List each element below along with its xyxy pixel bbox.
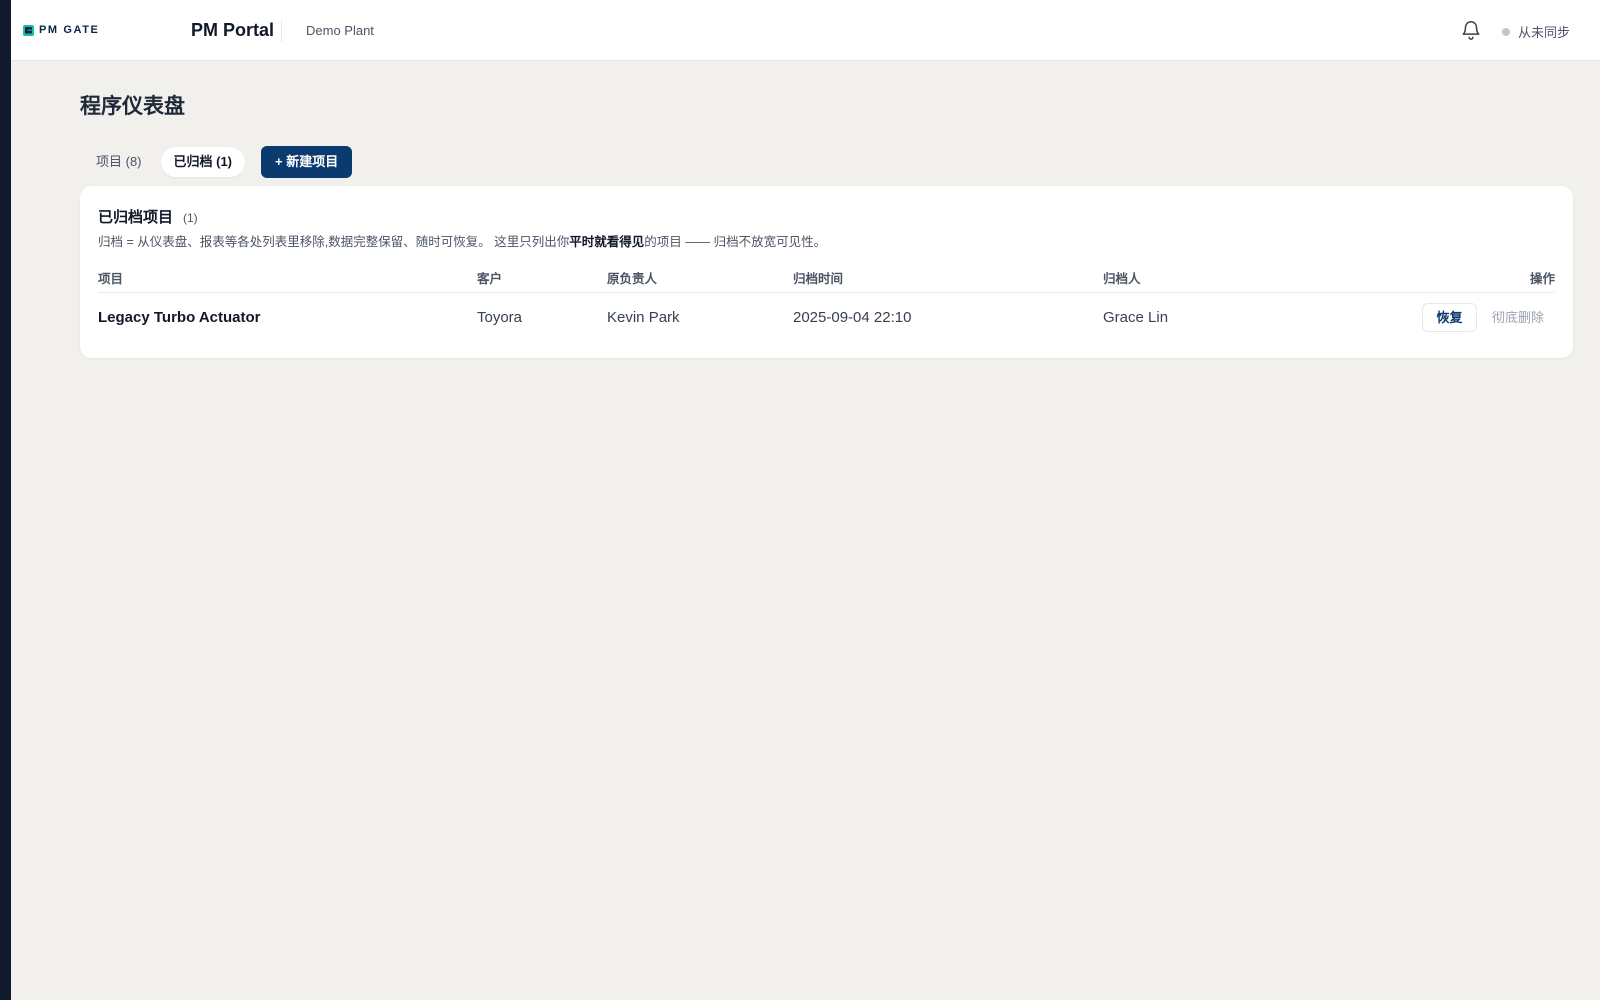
new-project-button[interactable]: + 新建项目 (261, 146, 353, 178)
column-header-project: 项目 (98, 272, 124, 286)
card-count: (1) (183, 211, 198, 225)
column-header-archived-by: 归档人 (1103, 272, 1141, 286)
desc-text: 归档 = 从仪表盘、报表等各处列表里移除,数据完整保留、随时可恢复。 这里只列出… (98, 235, 570, 249)
left-edge-strip (0, 0, 11, 1000)
customer-cell: Toyora (477, 309, 523, 326)
card-title: 已归档项目 (98, 209, 174, 226)
page-title: 程序仪表盘 (80, 95, 185, 118)
logo-mark-icon (23, 24, 34, 36)
tab-projects[interactable]: 项目 (8) (83, 147, 155, 177)
archived-projects-card: 已归档项目 (1) 归档 = 从仪表盘、报表等各处列表里移除,数据完整保留、随时… (80, 186, 1573, 358)
archived-at-cell: 2025-09-04 22:10 (793, 309, 912, 326)
sync-dot-icon (1502, 27, 1510, 36)
restore-button[interactable]: 恢复 (1422, 303, 1477, 332)
sync-status-label: 从未同步 (1518, 25, 1571, 40)
column-header-customer: 客户 (477, 272, 503, 286)
owner-cell: Kevin Park (607, 309, 680, 326)
project-name[interactable]: Legacy Turbo Actuator (98, 309, 261, 326)
header-divider (98, 292, 1555, 293)
column-header-archived-at: 归档时间 (793, 272, 844, 286)
desc-text-end: 的项目 —— 归档不放宽可见性。 (644, 235, 827, 249)
view-tabs: 项目 (8) 已归档 (1) + 新建项目 (83, 146, 353, 178)
top-bar: PM GATE PM Portal Demo Plant 从未同步 (11, 0, 1600, 61)
desc-emphasis: 平时就看得见 (569, 235, 645, 249)
tab-archived[interactable]: 已归档 (1) (160, 147, 246, 177)
column-header-owner: 原负责人 (607, 272, 658, 286)
sync-status[interactable]: 从未同步 (1502, 22, 1570, 41)
archived-by-cell: Grace Lin (1103, 309, 1169, 326)
bell-icon[interactable] (1460, 19, 1482, 41)
logo-text: PM GATE (39, 24, 100, 36)
column-header-actions: 操作 (1529, 272, 1555, 286)
card-header: 已归档项目 (1) (98, 206, 198, 227)
archive-description: 归档 = 从仪表盘、报表等各处列表里移除,数据完整保留、随时可恢复。 这里只列出… (98, 231, 826, 250)
app-title: PM Portal (191, 20, 275, 40)
plant-selector[interactable]: Demo Plant (306, 23, 374, 38)
title-divider (281, 20, 282, 42)
delete-permanently-button[interactable]: 彻底删除 (1492, 303, 1544, 332)
logo[interactable]: PM GATE (23, 24, 100, 36)
